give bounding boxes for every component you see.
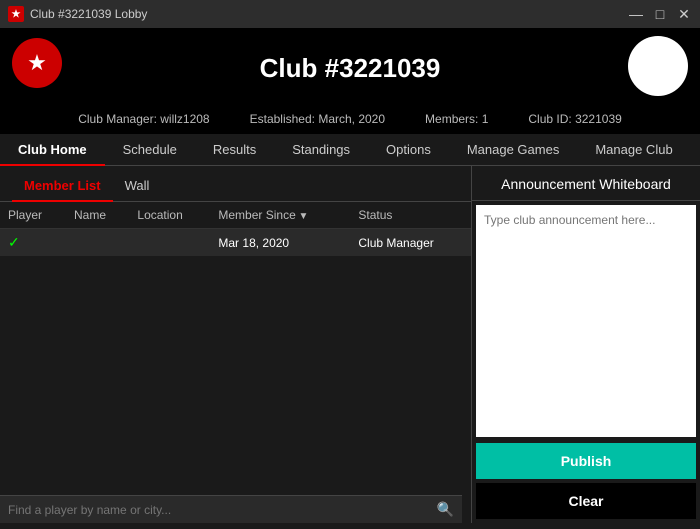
window-controls: — □ ✕: [628, 6, 692, 22]
announcement-textarea[interactable]: [476, 205, 696, 437]
star-icon: ★: [27, 50, 47, 76]
club-id-info: Club ID: 3221039: [528, 112, 621, 126]
announcement-title: Announcement Whiteboard: [472, 166, 700, 201]
tab-results[interactable]: Results: [195, 134, 274, 165]
col-name: Name: [66, 202, 129, 229]
club-info-bar: Club Manager: willz1208 Established: Mar…: [0, 108, 700, 134]
minimize-button[interactable]: —: [628, 6, 644, 22]
search-bar: 🔍: [0, 495, 462, 523]
cell-name: [66, 229, 129, 257]
subtab-member-list[interactable]: Member List: [12, 172, 113, 201]
header: ★ Club #3221039: [0, 28, 700, 108]
search-icon: 🔍: [437, 501, 454, 518]
table-header-row: Player Name Location Member Since Status: [0, 202, 471, 229]
col-location: Location: [129, 202, 210, 229]
cell-member-since: Mar 18, 2020: [210, 229, 350, 257]
subtab-wall[interactable]: Wall: [113, 172, 162, 201]
publish-button[interactable]: Publish: [476, 443, 696, 479]
main-content: Member List Wall Player Name Location Me…: [0, 166, 700, 523]
tab-standings[interactable]: Standings: [274, 134, 368, 165]
col-status: Status: [350, 202, 471, 229]
maximize-button[interactable]: □: [652, 6, 668, 22]
tab-manage-club[interactable]: Manage Club: [577, 134, 690, 165]
members-info: Members: 1: [425, 112, 488, 126]
sub-tabs: Member List Wall: [0, 166, 471, 202]
cell-check: ✓: [0, 229, 66, 257]
right-panel: Announcement Whiteboard Publish Clear: [472, 166, 700, 523]
window-title: Club #3221039 Lobby: [30, 7, 147, 21]
app-logo: ★: [12, 38, 62, 88]
club-title: Club #3221039: [260, 53, 441, 84]
search-input[interactable]: [8, 503, 437, 517]
club-manager-info: Club Manager: willz1208: [78, 112, 209, 126]
cell-location: [129, 229, 210, 257]
avatar: [628, 36, 688, 96]
tab-manage-games[interactable]: Manage Games: [449, 134, 578, 165]
cell-status: Club Manager: [350, 229, 471, 257]
clear-button[interactable]: Clear: [476, 483, 696, 519]
close-button[interactable]: ✕: [676, 6, 692, 22]
member-table-wrapper: Player Name Location Member Since Status…: [0, 202, 471, 523]
col-member-since[interactable]: Member Since: [210, 202, 350, 229]
tab-options[interactable]: Options: [368, 134, 449, 165]
col-player: Player: [0, 202, 66, 229]
title-bar: ★ Club #3221039 Lobby — □ ✕: [0, 0, 700, 28]
tab-schedule[interactable]: Schedule: [105, 134, 195, 165]
established-info: Established: March, 2020: [250, 112, 385, 126]
left-panel: Member List Wall Player Name Location Me…: [0, 166, 472, 523]
table-row[interactable]: ✓ Mar 18, 2020 Club Manager: [0, 229, 471, 257]
member-table: Player Name Location Member Since Status…: [0, 202, 471, 256]
tab-club-home[interactable]: Club Home: [0, 134, 105, 165]
app-icon: ★: [8, 6, 24, 22]
nav-tabs: Club Home Schedule Results Standings Opt…: [0, 134, 700, 166]
